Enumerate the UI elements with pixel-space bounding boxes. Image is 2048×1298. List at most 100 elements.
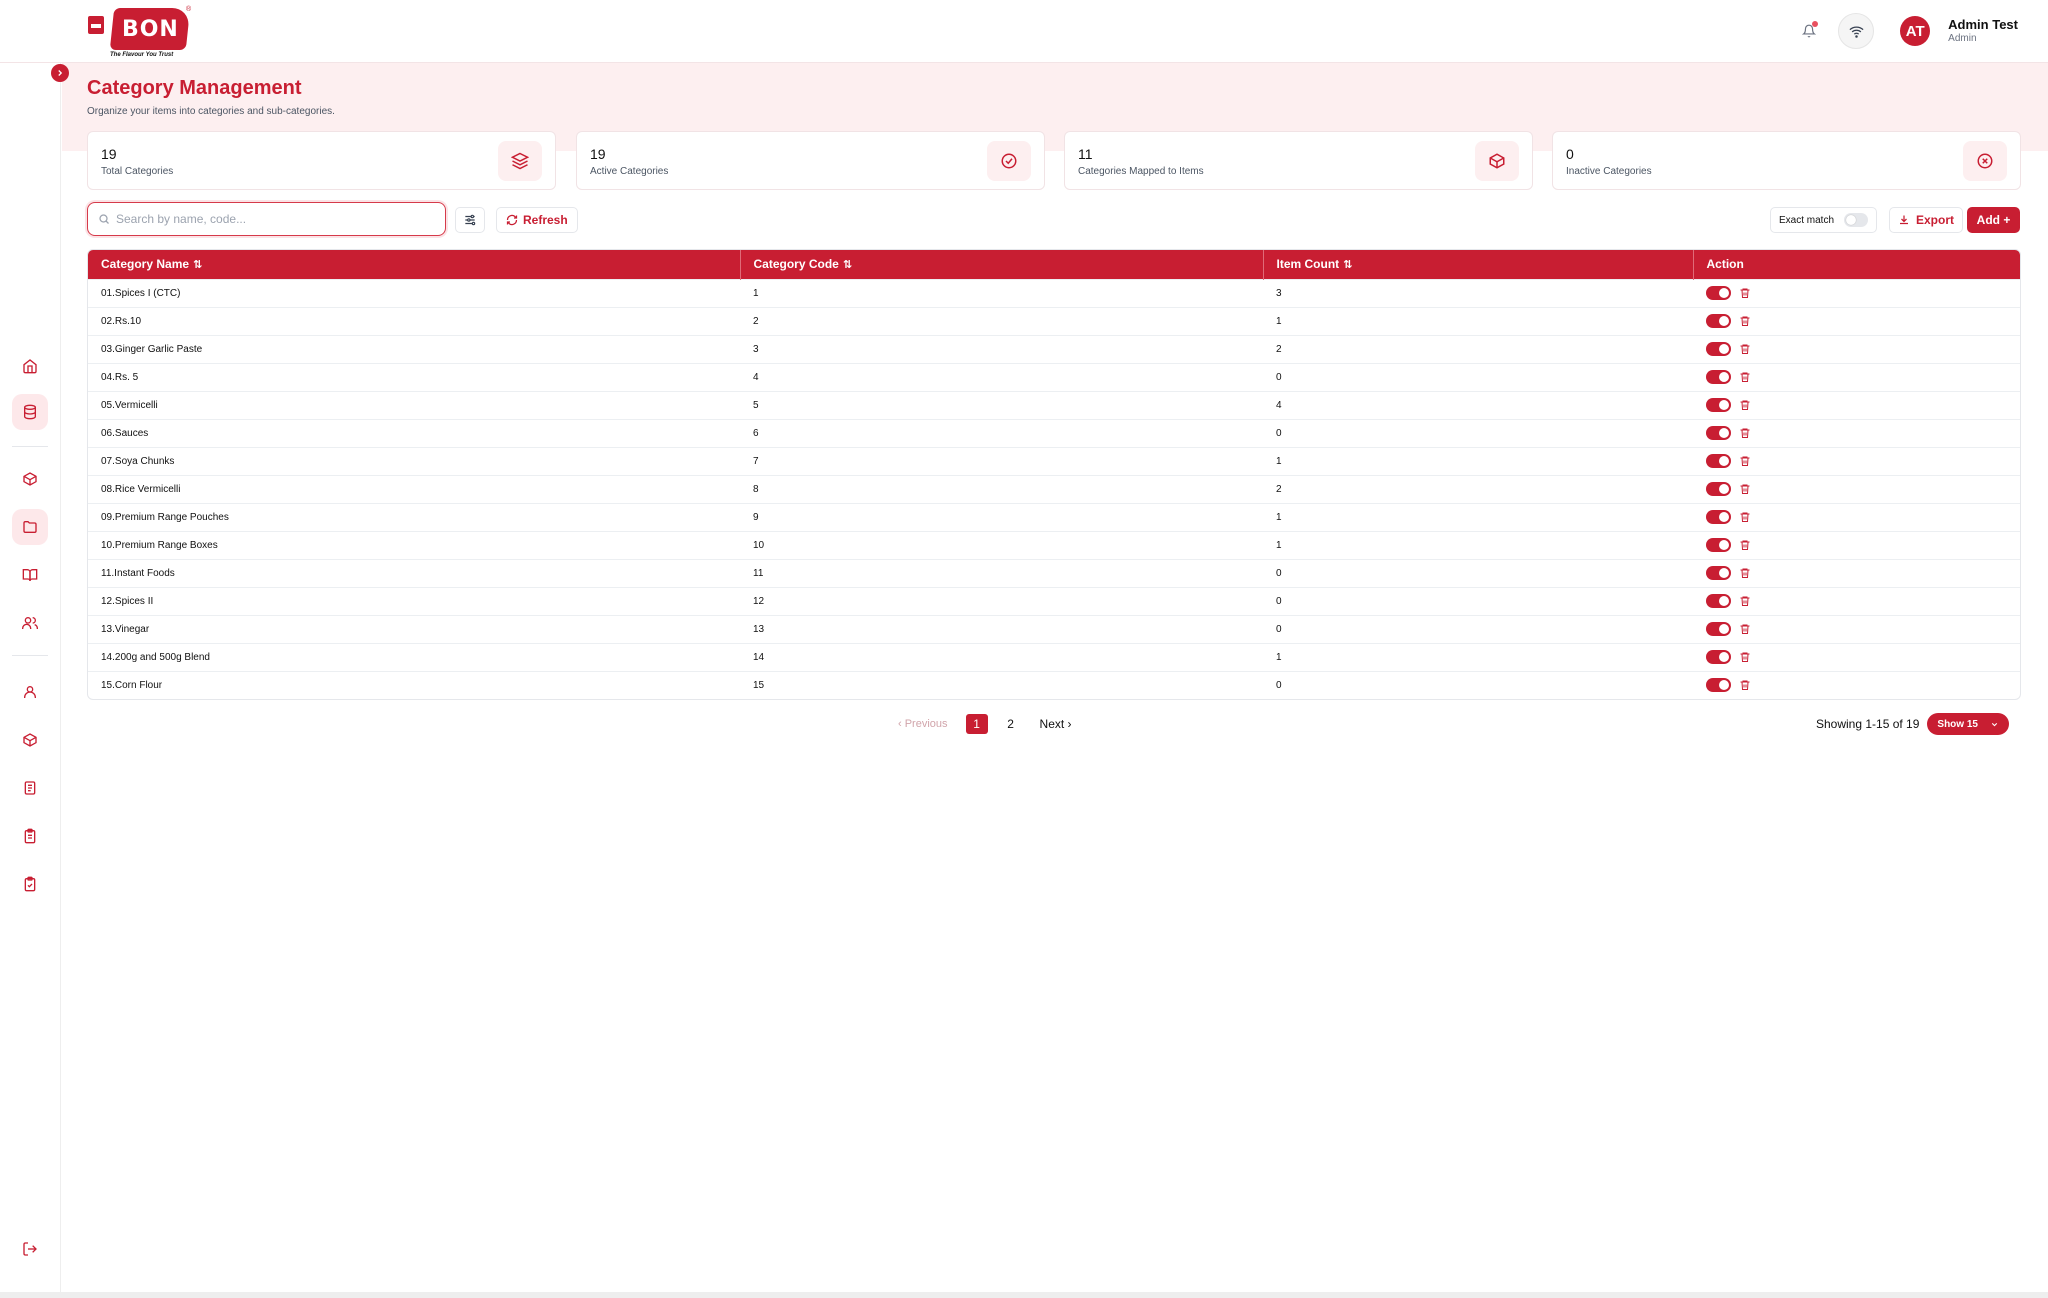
trash-icon[interactable] — [1739, 399, 1751, 411]
status-toggle[interactable] — [1706, 342, 1731, 356]
trash-icon[interactable] — [1739, 567, 1751, 579]
avatar[interactable]: AT — [1900, 16, 1931, 46]
sidebar-item-reports[interactable] — [12, 818, 48, 854]
next-page-button[interactable]: Next › — [1040, 717, 1072, 731]
sidebar-item-profile[interactable] — [12, 674, 48, 710]
refresh-button[interactable]: Refresh — [496, 207, 578, 233]
status-toggle[interactable] — [1706, 314, 1731, 328]
table-row[interactable]: 11.Instant Foods 11 0 — [88, 558, 2020, 587]
table-row[interactable]: 15.Corn Flour 15 0 — [88, 670, 2020, 699]
trash-icon[interactable] — [1739, 623, 1751, 635]
layers-icon — [498, 141, 542, 181]
trash-icon[interactable] — [1739, 679, 1751, 691]
exact-match-toggle[interactable] — [1844, 213, 1869, 227]
column-header-category-code[interactable]: Category Code ⇅ — [740, 250, 1264, 279]
column-header-category-name[interactable]: Category Name ⇅ — [88, 250, 741, 279]
clipboard-check-icon — [24, 876, 36, 892]
trash-icon[interactable] — [1739, 651, 1751, 663]
status-toggle[interactable] — [1706, 482, 1731, 496]
table-row[interactable]: 03.Ginger Garlic Paste 3 2 — [88, 334, 2020, 363]
status-toggle[interactable] — [1706, 510, 1731, 524]
registered-mark: ® — [186, 6, 192, 13]
cell-category-code: 12 — [740, 586, 1263, 615]
page-size-select[interactable]: Show 15 — [1927, 713, 2009, 735]
status-toggle[interactable] — [1706, 678, 1731, 693]
status-toggle[interactable] — [1706, 622, 1731, 636]
sidebar-item-catalog[interactable] — [12, 557, 48, 593]
table-row[interactable]: 01.Spices I (CTC) 1 3 — [88, 278, 2020, 307]
sidebar-item-logout[interactable] — [12, 1231, 48, 1267]
table-row[interactable]: 10.Premium Range Boxes 10 1 — [88, 530, 2020, 559]
sort-icon[interactable]: ⇅ — [1343, 259, 1352, 271]
status-toggle[interactable] — [1706, 650, 1731, 664]
sidebar-item-home[interactable] — [12, 348, 48, 384]
export-button[interactable]: Export — [1889, 207, 1964, 233]
add-button[interactable]: Add + — [1967, 207, 2020, 233]
status-toggle[interactable] — [1706, 566, 1731, 580]
user-role: Admin — [1948, 32, 1977, 44]
table-row[interactable]: 07.Soya Chunks 7 1 — [88, 446, 2020, 475]
table-row[interactable]: 04.Rs. 540 — [88, 362, 2020, 391]
sidebar-item-users[interactable] — [12, 605, 48, 641]
cell-action — [1693, 446, 2020, 475]
brand-logo[interactable]: BON ® The Flavour You Trust — [86, 6, 191, 58]
table-row[interactable]: 09.Premium Range Pouches 9 1 — [88, 502, 2020, 531]
search-input[interactable] — [116, 212, 416, 226]
brand-mini-mark — [88, 16, 104, 34]
page-button-2[interactable]: 2 — [1000, 714, 1022, 734]
previous-page-button[interactable]: ‹ Previous — [898, 718, 948, 730]
cell-category-name: 06.Sauces — [88, 418, 740, 447]
cell-action — [1693, 642, 2020, 671]
row-actions — [1706, 286, 2020, 300]
table-row[interactable]: 05.Vermicelli 5 4 — [88, 390, 2020, 419]
table-row[interactable]: 06.Sauces 6 0 — [88, 418, 2020, 447]
page-button-1[interactable]: 1 — [965, 714, 988, 734]
wifi-icon[interactable] — [1838, 13, 1875, 49]
cell-action — [1693, 586, 2020, 615]
status-toggle[interactable] — [1706, 286, 1731, 300]
sidebar-item-products[interactable] — [12, 461, 48, 497]
cell-item-count: 1 — [1263, 642, 1693, 671]
sidebar-item-categories[interactable] — [12, 509, 48, 545]
cell-action — [1693, 614, 2020, 643]
status-toggle[interactable] — [1706, 398, 1731, 412]
bottom-scrollbar[interactable] — [0, 1292, 2048, 1298]
status-toggle[interactable] — [1706, 370, 1731, 384]
status-toggle[interactable] — [1706, 454, 1731, 468]
sidebar-item-database[interactable] — [12, 394, 48, 430]
search-box[interactable] — [87, 202, 446, 236]
trash-icon[interactable] — [1739, 483, 1751, 495]
status-toggle[interactable] — [1706, 538, 1731, 552]
chevron-down-icon — [1991, 722, 1998, 726]
trash-icon[interactable] — [1739, 287, 1751, 299]
status-toggle[interactable] — [1706, 426, 1731, 440]
trash-icon[interactable] — [1739, 595, 1751, 607]
trash-icon[interactable] — [1739, 427, 1751, 439]
sidebar-item-tasks[interactable] — [12, 866, 48, 902]
sidebar-expand-button[interactable] — [51, 64, 69, 82]
trash-icon[interactable] — [1739, 315, 1751, 327]
notification-bell-icon[interactable] — [1798, 20, 1820, 42]
cell-category-code: 6 — [740, 418, 1263, 447]
table-row[interactable]: 08.Rice Vermicelli 8 2 — [88, 474, 2020, 503]
sort-icon[interactable]: ⇅ — [193, 259, 202, 271]
column-header-item-count[interactable]: Item Count ⇅ — [1263, 250, 1694, 279]
trash-icon[interactable] — [1739, 371, 1751, 383]
exact-match-control[interactable]: Exact match — [1770, 207, 1878, 233]
cell-category-name: 09.Premium Range Pouches — [88, 502, 740, 531]
trash-icon[interactable] — [1739, 455, 1751, 467]
user-menu[interactable]: Admin Test Admin — [1948, 18, 2018, 44]
trash-icon[interactable] — [1739, 539, 1751, 551]
table-row[interactable]: 12.Spices II 12 0 — [88, 586, 2020, 615]
sidebar-item-inventory[interactable] — [12, 722, 48, 758]
table-row[interactable]: 13.Vinegar 13 0 — [88, 614, 2020, 643]
trash-icon[interactable] — [1739, 343, 1751, 355]
status-toggle[interactable] — [1706, 594, 1731, 608]
filter-button[interactable] — [455, 207, 485, 233]
sort-icon[interactable]: ⇅ — [843, 259, 852, 271]
cell-item-count: 1 — [1263, 530, 1693, 559]
table-row[interactable]: 02.Rs.10 2 1 — [88, 306, 2020, 335]
table-row[interactable]: 14.200g and 500g Blend 14 1 — [88, 642, 2020, 671]
trash-icon[interactable] — [1739, 511, 1751, 523]
sidebar-item-orders[interactable] — [12, 770, 48, 806]
